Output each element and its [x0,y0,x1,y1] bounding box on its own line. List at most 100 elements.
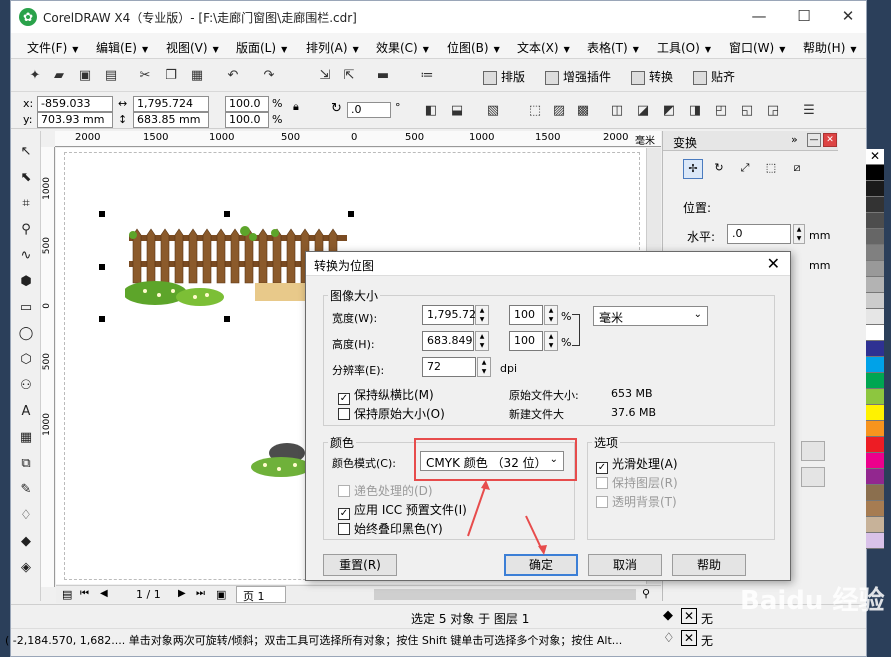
docker-minimize-button[interactable]: — [807,133,821,147]
menu-layout[interactable]: 版面(L) ▼ [236,39,287,56]
color-swatch[interactable] [866,309,884,325]
size-tab-icon[interactable]: ⬚ [761,159,781,179]
docker-close-button[interactable]: ✕ [823,133,837,147]
zoom-tool-icon[interactable]: ⚲ [17,221,35,239]
color-swatch[interactable] [866,277,884,293]
outline-none-swatch[interactable]: ✕ [681,630,697,646]
trim-icon[interactable]: ◪ [635,103,651,119]
position-tab-icon[interactable]: ✢ [683,159,703,179]
menu-tools[interactable]: 工具(O) ▼ [657,39,711,56]
height-percent-spinner[interactable]: ▲ ▼ [544,331,558,351]
print-icon[interactable]: ▤ [103,68,119,84]
selection-handle[interactable] [224,316,230,322]
rectangle-tool-icon[interactable]: ▭ [17,299,35,317]
no-color-swatch[interactable]: ✕ [866,149,884,165]
text-tool-icon[interactable]: A [17,403,35,421]
mirror-vertical-icon[interactable]: ⬓ [449,103,465,119]
selection-handle[interactable] [348,211,354,217]
selection-handle[interactable] [99,264,105,270]
skew-tab-icon[interactable]: ⧄ [787,159,807,179]
color-swatch[interactable] [866,197,884,213]
keep-ratio-checkbox[interactable]: ✓ 保持纵横比(M) [338,386,434,405]
color-swatch[interactable] [866,517,884,533]
color-swatch[interactable] [866,405,884,421]
x-position-input[interactable]: -859.033 mm [37,96,113,122]
color-swatch[interactable] [866,181,884,197]
menu-help[interactable]: 帮助(H) ▼ [803,39,857,56]
color-swatch[interactable] [866,213,884,229]
smart-fill-icon[interactable]: ⬢ [17,273,35,291]
export-icon[interactable]: ⇱ [341,68,357,84]
horizontal-scrollbar[interactable] [374,589,636,600]
menu-edit[interactable]: 编辑(E) ▼ [96,39,148,56]
weld-icon[interactable]: ◫ [609,103,625,119]
color-swatch[interactable] [866,469,884,485]
color-swatch[interactable] [866,437,884,453]
next-page-icon[interactable]: ▶ [178,588,186,599]
resolution-spinner[interactable]: ▲ ▼ [477,357,491,377]
y-position-input[interactable]: 703.93 mm [37,112,113,128]
scale-x-input[interactable]: 100.0 [225,96,269,112]
selection-handle[interactable] [99,316,105,322]
scale-y-input[interactable]: 100.0 [225,112,269,128]
outline-pen-icon[interactable]: ♢ [17,507,35,525]
selection-handle[interactable] [224,211,230,217]
minimize-button[interactable]: — [739,5,779,29]
scale-tab-icon[interactable]: ⤢ [735,159,755,179]
simplify-icon[interactable]: ◨ [687,103,703,119]
page-options-icon[interactable]: ▤ [62,588,72,601]
overprint-black-checkbox[interactable]: 始终叠印黑色(Y) [338,520,443,537]
page-tab-1[interactable]: 页 1 [236,586,286,603]
basic-shapes-icon[interactable]: ⚇ [17,377,35,395]
resolution-input[interactable]: 72 [422,357,476,377]
color-swatch[interactable] [866,261,884,277]
bitmap-height-input[interactable]: 683.849 [422,331,474,351]
menu-text[interactable]: 文本(X) ▼ [517,39,570,56]
pick-tool-icon[interactable]: ↖ [17,143,35,161]
ungroup-all-icon[interactable]: ▨ [551,103,567,119]
new-document-icon[interactable]: ✦ [27,68,43,84]
intersect-icon[interactable]: ◩ [661,103,677,119]
fill-tool-icon[interactable]: ◆ [17,533,35,551]
width-input[interactable]: 1,795.724 mm [133,96,209,122]
menu-window[interactable]: 窗口(W) ▼ [729,39,785,56]
first-page-icon[interactable]: ⏮ [80,588,89,599]
close-button[interactable]: ✕ [828,5,868,29]
bitmap-width-input[interactable]: 1,795.724 [422,305,483,325]
freehand-tool-icon[interactable]: ∿ [17,247,35,265]
dither-checkbox[interactable]: 递色处理的(D) [338,482,433,499]
color-swatch[interactable] [866,501,884,517]
selection-handle[interactable] [99,211,105,217]
front-minus-back-icon[interactable]: ◰ [713,103,729,119]
rotation-input[interactable]: .0 [347,102,391,118]
unit-select[interactable]: 毫米 ⌄ [593,306,708,326]
bitmap-width-spinner[interactable]: ▲ ▼ [475,305,489,325]
apply-icc-checkbox[interactable]: ✓ 应用 ICC 预置文件(I) [338,501,467,520]
add-page-icon[interactable]: ▣ [216,588,226,601]
crop-tool-icon[interactable]: ⌗ [17,195,35,213]
color-swatch[interactable] [866,229,884,245]
menu-table[interactable]: 表格(T) ▼ [587,39,639,56]
color-swatch[interactable] [866,357,884,373]
color-swatch[interactable] [866,293,884,309]
align-distribute-icon[interactable]: ☰ [801,103,817,119]
last-page-icon[interactable]: ⏭ [196,588,205,599]
polygon-tool-icon[interactable]: ⬡ [17,351,35,369]
eyedropper-icon[interactable]: ✎ [17,481,35,499]
mirror-horizontal-icon[interactable]: ◧ [423,103,439,119]
height-input[interactable]: 683.85 mm [133,112,209,128]
color-swatch[interactable] [866,485,884,501]
snap-button[interactable]: 贴齐 [693,68,735,85]
bitmap-height-spinner[interactable]: ▲ ▼ [475,331,489,351]
maximize-button[interactable]: ☐ [784,5,824,29]
typeset-button[interactable]: 排版 [483,68,525,85]
lock-ratio-icon[interactable]: 🔒︎ [293,100,299,114]
convert-button[interactable]: 转换 [631,68,673,85]
color-swatch[interactable] [866,421,884,437]
shape-tool-icon[interactable]: ⬉ [17,169,35,187]
fill-none-swatch[interactable]: ✕ [681,608,697,624]
antialias-checkbox[interactable]: ✓ 光滑处理(A) [596,455,678,474]
combine-icon[interactable]: ▩ [575,103,591,119]
interactive-fill-icon[interactable]: ◈ [17,559,35,577]
color-swatch[interactable] [866,325,884,341]
